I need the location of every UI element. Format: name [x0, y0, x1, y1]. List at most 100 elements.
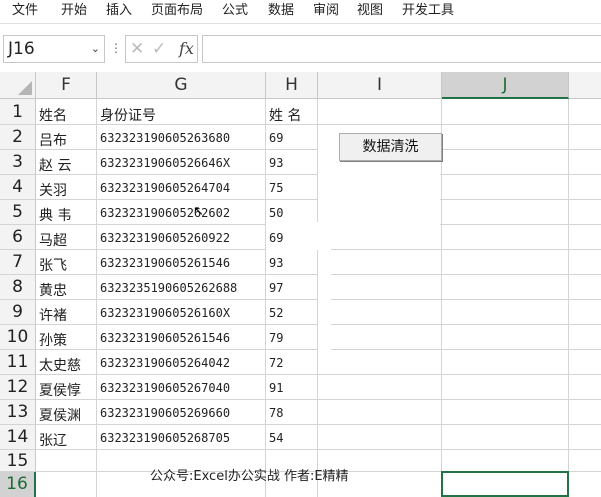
name-cell[interactable]: 夏侯渊: [39, 405, 81, 425]
tab-page-layout[interactable]: 页面布局: [151, 2, 203, 20]
row-header-3[interactable]: 3: [0, 150, 36, 175]
corner-triangle: [18, 81, 32, 95]
id-cell[interactable]: 632323190605261546: [100, 256, 230, 270]
gridline: [0, 149, 601, 150]
tab-view[interactable]: 视图: [357, 2, 383, 20]
select-all-corner-icon[interactable]: [0, 72, 36, 99]
gridline: [0, 349, 601, 350]
name-box[interactable]: J16 ⌄: [3, 35, 105, 63]
gridline: [0, 424, 601, 425]
data-clean-button[interactable]: 数据清洗: [339, 133, 442, 161]
row-header-1[interactable]: 1: [0, 99, 36, 125]
name-cell[interactable]: 黄忠: [39, 280, 67, 300]
name-box-chevron-down-icon[interactable]: ⌄: [91, 42, 100, 55]
column-header-g[interactable]: G: [97, 72, 266, 99]
row-header-7[interactable]: 7: [0, 250, 36, 275]
id-cell[interactable]: 632323190605264042: [100, 356, 230, 370]
name-cell[interactable]: 关羽: [39, 180, 67, 200]
grid-blank-area: [318, 250, 331, 350]
score-cell[interactable]: 97: [269, 281, 283, 295]
confirm-check-icon[interactable]: ✓: [152, 39, 166, 59]
worksheet-grid[interactable]: F G H I J 1 2 3 4 5 6 7 8 9 10 11 12 13 …: [0, 72, 601, 497]
gridline: [0, 399, 601, 400]
gridline: [0, 274, 601, 275]
gridline: [568, 72, 569, 497]
id-cell[interactable]: 632323190605264704: [100, 181, 230, 195]
formula-input[interactable]: [202, 35, 601, 63]
score-cell[interactable]: 72: [269, 356, 283, 370]
name-cell[interactable]: 夏侯惇: [39, 380, 81, 400]
row-header-9[interactable]: 9: [0, 300, 36, 325]
row-header-2[interactable]: 2: [0, 125, 36, 150]
column-header-j[interactable]: J: [442, 72, 569, 99]
tab-review[interactable]: 审阅: [313, 2, 339, 20]
score-cell[interactable]: 78: [269, 406, 283, 420]
tab-data[interactable]: 数据: [268, 2, 294, 20]
id-cell[interactable]: 632323190605262602: [100, 206, 230, 220]
name-cell[interactable]: 张飞: [39, 255, 67, 275]
id-cell[interactable]: 632323190605261546: [100, 331, 230, 345]
id-cell[interactable]: 632323190605260922: [100, 231, 230, 245]
column-header-f[interactable]: F: [36, 72, 97, 99]
name-cell[interactable]: 吕布: [39, 130, 67, 150]
row-header-16[interactable]: 16: [0, 472, 36, 497]
tab-home[interactable]: 开始: [61, 2, 87, 20]
row-header-13[interactable]: 13: [0, 400, 36, 425]
row-header-12[interactable]: 12: [0, 375, 36, 400]
row-header-5[interactable]: 5: [0, 200, 36, 225]
name-cell[interactable]: 孙策: [39, 330, 67, 350]
gridline: [0, 299, 601, 300]
id-cell[interactable]: 632323190605267040: [100, 381, 230, 395]
header-name-cell[interactable]: 姓名: [39, 105, 67, 125]
row-header-15[interactable]: 15: [0, 450, 36, 472]
row-header-14[interactable]: 14: [0, 425, 36, 450]
gridline: [0, 449, 601, 450]
column-header-k[interactable]: [569, 72, 601, 99]
id-cell[interactable]: 63232319060526160X: [100, 306, 230, 320]
header-score-cell[interactable]: 姓 名: [269, 105, 301, 125]
name-box-value: J16: [8, 39, 35, 59]
score-cell[interactable]: 54: [269, 431, 283, 445]
score-cell[interactable]: 69: [269, 231, 283, 245]
gridline: [96, 72, 97, 497]
column-header-h[interactable]: H: [266, 72, 318, 99]
name-cell[interactable]: 马超: [39, 230, 67, 250]
score-cell[interactable]: 79: [269, 331, 283, 345]
header-id-cell[interactable]: 身份证号: [100, 105, 156, 125]
score-cell[interactable]: 52: [269, 306, 283, 320]
name-cell[interactable]: 太史慈: [39, 355, 81, 375]
id-cell[interactable]: 632323190605263680: [100, 131, 230, 145]
drag-handle-icon[interactable]: ⋮: [110, 40, 122, 56]
id-cell[interactable]: 632323190605269660: [100, 406, 230, 420]
name-cell[interactable]: 赵 云: [39, 155, 71, 175]
score-cell[interactable]: 91: [269, 381, 283, 395]
score-cell[interactable]: 93: [269, 256, 283, 270]
column-header-i[interactable]: I: [318, 72, 442, 99]
row-header-10[interactable]: 10: [0, 325, 36, 350]
tab-insert[interactable]: 插入: [106, 2, 132, 20]
fx-function-icon[interactable]: fx: [179, 39, 194, 58]
active-cell-j16[interactable]: [441, 471, 569, 497]
tab-formulas[interactable]: 公式: [222, 2, 248, 20]
row-header-11[interactable]: 11: [0, 350, 36, 375]
tab-file[interactable]: 文件: [12, 2, 38, 20]
mouse-cursor-icon: ↖: [193, 204, 204, 219]
score-cell[interactable]: 93: [269, 156, 283, 170]
id-cell[interactable]: 63232319060526646X: [100, 156, 230, 170]
name-cell[interactable]: 张辽: [39, 430, 67, 450]
row-header-6[interactable]: 6: [0, 225, 36, 250]
score-cell[interactable]: 50: [269, 206, 283, 220]
score-cell[interactable]: 75: [269, 181, 283, 195]
score-cell[interactable]: 69: [269, 131, 283, 145]
row-header-8[interactable]: 8: [0, 275, 36, 300]
tab-developer[interactable]: 开发工具: [402, 2, 454, 20]
gridline: [0, 374, 601, 375]
footer-credit: 公众号:Excel办公实战 作者:E精精: [150, 469, 349, 484]
name-cell[interactable]: 典 韦: [39, 205, 71, 225]
name-cell[interactable]: 许褚: [39, 305, 67, 325]
cancel-x-icon[interactable]: ✕: [130, 39, 144, 59]
id-cell[interactable]: 632323190605268705: [100, 431, 230, 445]
gridline: [0, 174, 601, 175]
id-cell[interactable]: 632323519060526268​8: [100, 281, 237, 295]
row-header-4[interactable]: 4: [0, 175, 36, 200]
